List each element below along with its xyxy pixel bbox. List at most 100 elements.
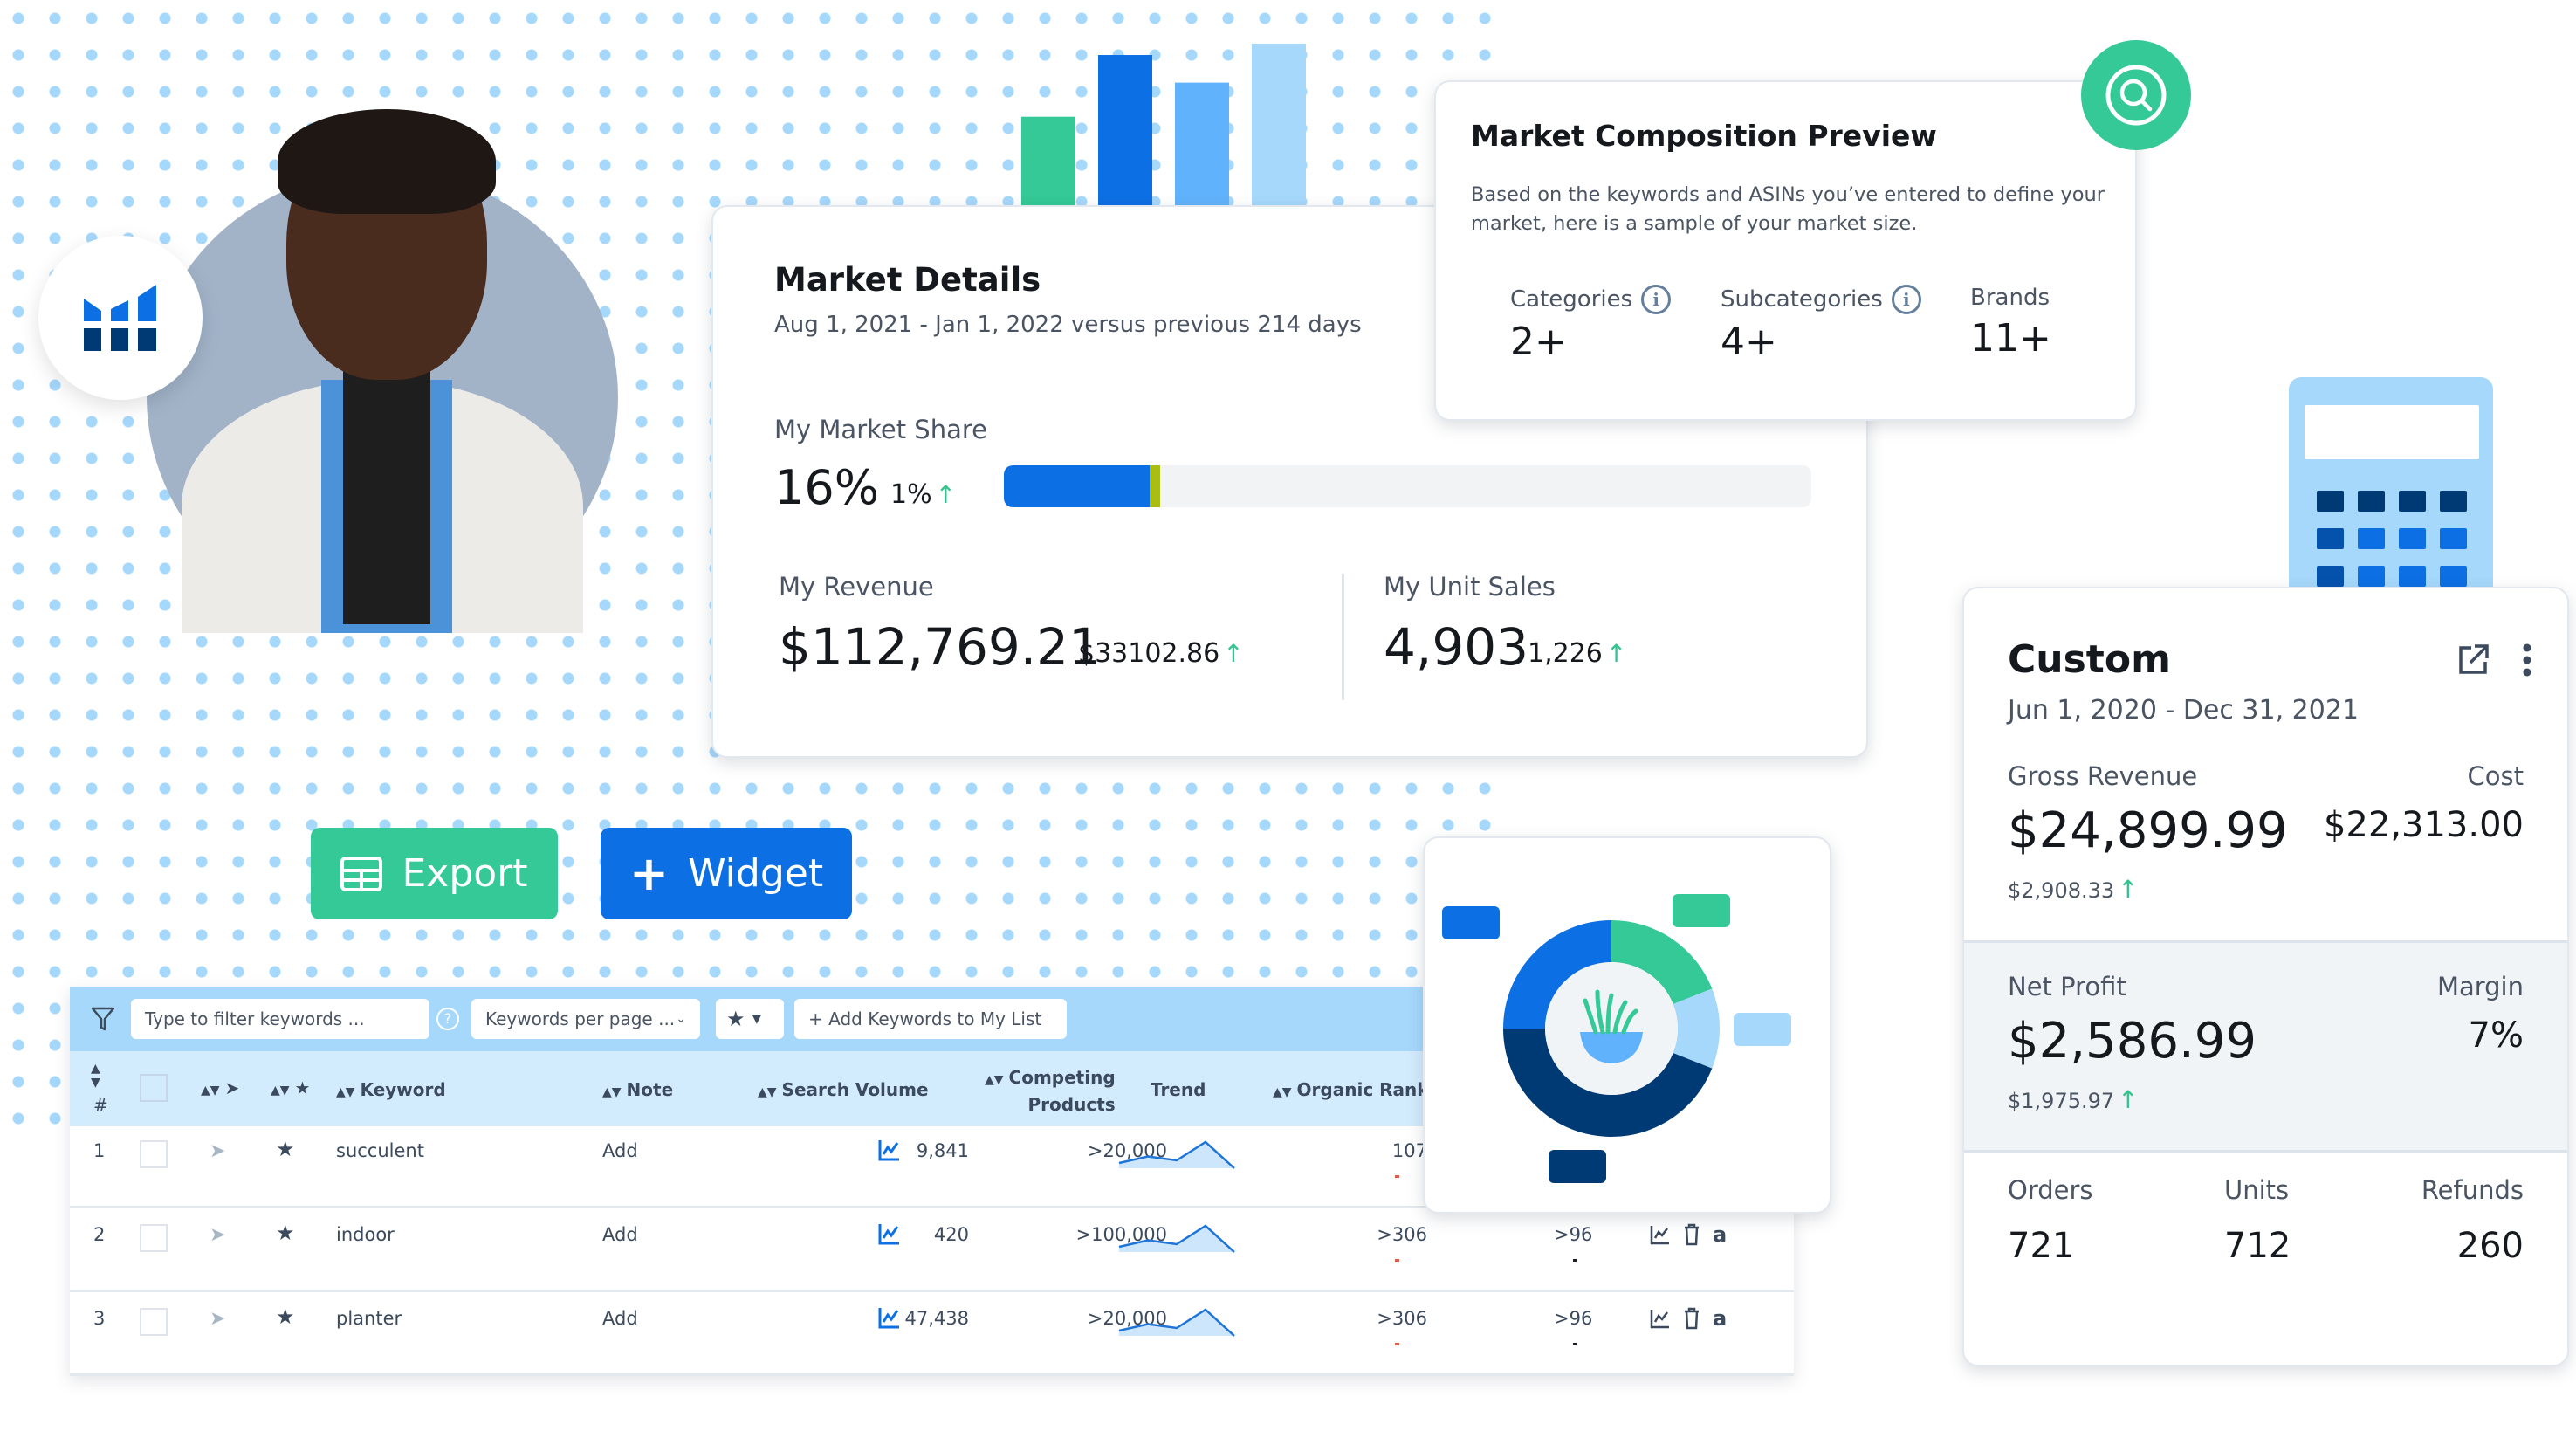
star-icon[interactable]: ★ (276, 1304, 295, 1329)
arrow-up-icon: ↑ (935, 480, 957, 509)
delete-icon[interactable] (1683, 1223, 1700, 1246)
row-note-add-link[interactable]: Add (602, 1140, 638, 1161)
calculator-key (2317, 491, 2344, 512)
row-organic-rank: 107 (1391, 1140, 1427, 1161)
orders-value: 721 (2008, 1226, 2075, 1266)
info-icon[interactable]: i (1641, 285, 1672, 314)
custom-card-title: Custom (2008, 637, 2171, 682)
custom-summary-card: Custom Jun 1, 2020 - Dec 31, 2021 Gross … (1962, 587, 2569, 1366)
row-checkbox[interactable] (140, 1308, 168, 1336)
unit-sales-delta: 1,226 ↑ (1528, 638, 1626, 669)
gross-revenue-delta-value: $2,908.33 (2008, 878, 2115, 903)
stat-brands: Brands 11+ (1970, 285, 2051, 361)
column-trend: Trend (1151, 1079, 1206, 1100)
history-chart-icon[interactable] (1650, 1308, 1671, 1329)
chevron-down-icon: ⌄ (676, 1012, 686, 1026)
add-widget-button[interactable]: + Widget (601, 828, 852, 919)
amazon-icon[interactable]: a (1713, 1222, 1727, 1247)
calculator-key (2358, 491, 2385, 512)
export-button[interactable]: Export (311, 828, 558, 919)
sort-icon: ▲▼ (985, 1073, 1004, 1087)
star-icon: ★ (726, 1007, 745, 1031)
rank-change-indicator (1395, 1343, 1399, 1345)
legend-swatch-blue (1442, 906, 1500, 939)
filter-keywords-placeholder: Type to filter keywords ... (145, 1008, 365, 1029)
sort-icon[interactable]: ▲ ▼ (91, 1062, 100, 1090)
row-checkbox[interactable] (140, 1140, 168, 1168)
cost-label: Cost (2467, 761, 2524, 791)
column-organic-rank[interactable]: ▲▼ Organic Rank (1273, 1079, 1429, 1100)
filter-keywords-input[interactable]: Type to filter keywords ... (131, 999, 429, 1039)
revenue-delta-value: $33102.86 (1078, 638, 1220, 669)
help-icon[interactable]: ? (436, 1008, 459, 1030)
unit-sales-label: My Unit Sales (1384, 572, 1556, 602)
keywords-per-page-select[interactable]: Keywords per page ... ⌄ (471, 999, 700, 1039)
legend-swatch-light-blue (1734, 1013, 1791, 1046)
info-icon[interactable]: i (1891, 285, 1921, 314)
chart-icon[interactable] (878, 1306, 901, 1329)
categories-value: 2+ (1510, 320, 1567, 364)
decorative-bar (1098, 55, 1152, 206)
star-icon[interactable]: ★ (276, 1221, 295, 1245)
decorative-bar (1252, 44, 1306, 206)
units-value: 712 (2224, 1226, 2291, 1266)
market-details-date-range: Aug 1, 2021 - Jan 1, 2022 versus previou… (774, 312, 1362, 338)
rocket-icon: ➤ (224, 1077, 240, 1098)
chart-icon[interactable] (878, 1222, 901, 1245)
widget-button-label: Widget (688, 851, 824, 896)
calculator-key (2358, 528, 2385, 549)
search-badge[interactable] (2081, 40, 2191, 150)
column-note[interactable]: ▲▼ Note (602, 1079, 673, 1100)
filter-icon[interactable] (91, 1006, 115, 1032)
market-composition-card: Market Composition Preview Based on the … (1434, 80, 2137, 421)
person-hair (278, 109, 496, 214)
market-share-delta: 1% ↑ (890, 479, 956, 510)
rank-change-indicator (1573, 1259, 1577, 1262)
column-boost[interactable]: ▲▼ ➤ (201, 1077, 239, 1098)
sort-icon: ▲▼ (758, 1085, 777, 1099)
more-options-icon[interactable] (2522, 643, 2532, 678)
row-index: 1 (93, 1140, 106, 1161)
revenue-label: My Revenue (779, 572, 934, 602)
units-label: Units (2224, 1175, 2290, 1205)
row-note-add-link[interactable]: Add (602, 1308, 638, 1329)
row-keyword: succulent (336, 1140, 424, 1161)
market-composition-title: Market Composition Preview (1471, 119, 1937, 153)
revenue-delta: $33102.86 ↑ (1078, 638, 1244, 669)
column-favorite[interactable]: ▲▼ ★ (271, 1077, 310, 1098)
logo-badge (38, 236, 203, 400)
rocket-icon[interactable]: ➤ (210, 1224, 225, 1246)
row-note-add-link[interactable]: Add (602, 1224, 638, 1245)
net-profit-delta-value: $1,975.97 (2008, 1089, 2115, 1113)
rocket-icon[interactable]: ➤ (210, 1140, 225, 1162)
column-search-volume[interactable]: ▲▼ Search Volume (758, 1079, 929, 1100)
row-checkbox[interactable] (140, 1224, 168, 1252)
star-filter-dropdown[interactable]: ★ ▼ (716, 999, 784, 1039)
trend-sparkline (1118, 1140, 1235, 1169)
column-competing-products[interactable]: ▲▼ Competing Products (985, 1065, 1116, 1117)
row-sponsored-rank: >96 (1554, 1308, 1593, 1329)
net-profit-delta: $1,975.97 ↑ (2008, 1085, 2139, 1114)
amazon-icon[interactable]: a (1713, 1306, 1727, 1331)
market-share-delta-value: 1% (890, 479, 932, 510)
calculator-key (2440, 566, 2467, 587)
star-icon: ★ (294, 1077, 311, 1098)
gross-revenue-label: Gross Revenue (2008, 761, 2198, 791)
star-icon[interactable]: ★ (276, 1137, 295, 1161)
donut-center (1545, 962, 1678, 1095)
row-keyword: planter (336, 1308, 402, 1329)
column-keyword[interactable]: ▲▼ Keyword (336, 1079, 446, 1100)
calculator-key (2399, 528, 2426, 549)
legend-swatch-navy (1549, 1150, 1606, 1183)
rank-change-indicator (1573, 1343, 1577, 1345)
stat-categories: Categories i 2+ (1510, 285, 1672, 364)
rocket-icon[interactable]: ➤ (210, 1308, 225, 1330)
delete-icon[interactable] (1683, 1307, 1700, 1330)
select-all-checkbox[interactable] (140, 1074, 168, 1102)
history-chart-icon[interactable] (1650, 1224, 1671, 1245)
external-link-icon[interactable] (2456, 643, 2490, 678)
chart-icon[interactable] (878, 1139, 901, 1161)
calculator-key (2317, 566, 2344, 587)
arrow-up-icon: ↑ (2118, 1085, 2139, 1114)
add-keywords-button[interactable]: + Add Keywords to My List (794, 999, 1067, 1039)
